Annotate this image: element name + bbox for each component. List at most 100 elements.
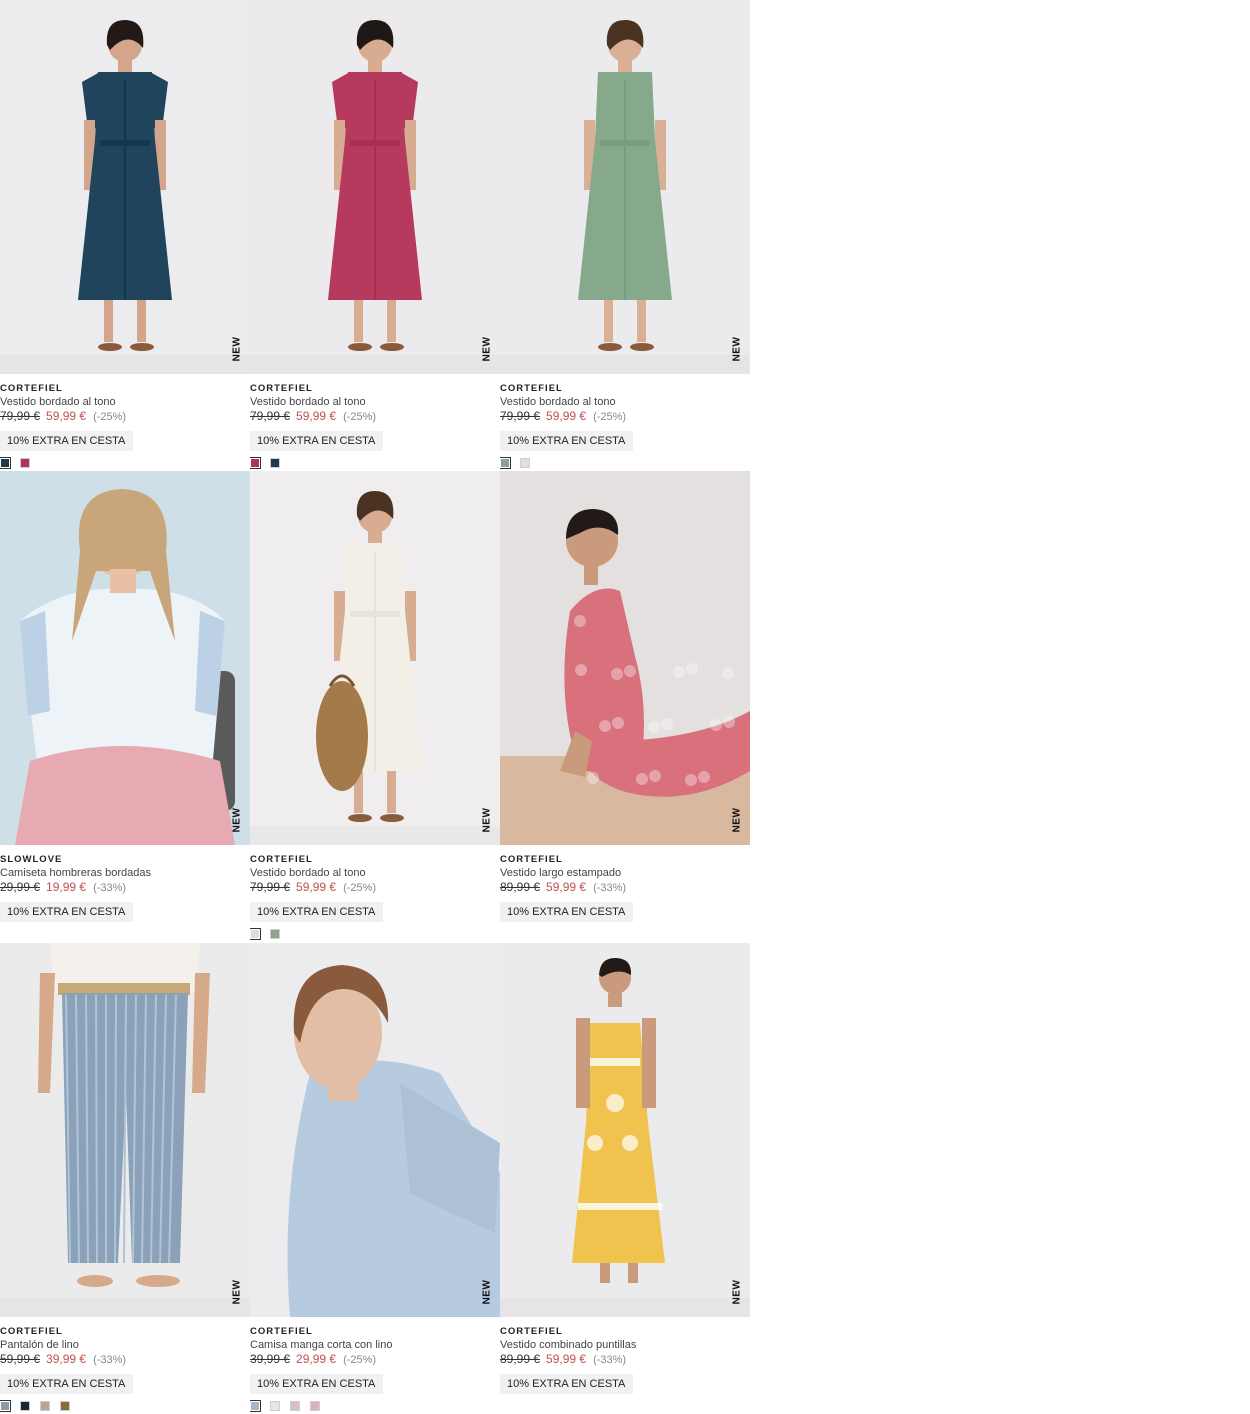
- color-swatch[interactable]: [60, 1400, 70, 1411]
- product-name[interactable]: Pantalón de lino: [0, 1338, 250, 1352]
- color-swatch[interactable]: [270, 458, 280, 468]
- product-info: CORTEFIEL Vestido bordado al tono 79,99 € 5…: [0, 382, 250, 451]
- promo-badge: 10% EXTRA EN CESTA: [250, 1373, 384, 1394]
- new-badge: NEW: [481, 334, 493, 364]
- product-name[interactable]: Camiseta hombreras bordadas: [0, 866, 250, 880]
- color-swatch[interactable]: [20, 458, 30, 468]
- product-card[interactable]: NEW CORTEFIEL Camisa manga corta con lino 3…: [250, 942, 500, 1414]
- product-info: CORTEFIEL Camisa manga corta con lino 39,9…: [250, 1325, 500, 1394]
- product-price: 89,99 € 59,99 € (-33%): [500, 1352, 750, 1367]
- promo-badge: 10% EXTRA EN CESTA: [500, 431, 634, 451]
- product-price: 29,99 € 19,99 € (-33%): [0, 880, 250, 895]
- new-badge: NEW: [231, 1277, 243, 1307]
- color-swatch[interactable]: [250, 928, 261, 941]
- discount-percent: (-25%): [343, 882, 377, 895]
- product-info: CORTEFIEL Vestido bordado al tono 79,99 € 5…: [250, 853, 500, 923]
- color-swatches: [250, 928, 280, 941]
- sale-price: 59,99 €: [296, 880, 337, 895]
- promo-badge: 10% EXTRA EN CESTA: [500, 902, 634, 923]
- new-badge: NEW: [481, 1277, 493, 1307]
- original-price: 29,99 €: [0, 880, 41, 895]
- product-price: 59,99 € 39,99 € (-33%): [0, 1352, 250, 1367]
- original-price: 79,99 €: [250, 880, 291, 895]
- new-label: NEW: [731, 1279, 743, 1305]
- new-label: NEW: [231, 1279, 243, 1305]
- product-card[interactable]: NEW CORTEFIEL Vestido bordado al tono 79,99…: [500, 0, 750, 471]
- sale-price: 59,99 €: [546, 409, 587, 423]
- product-price: 89,99 € 59,99 € (-33%): [500, 880, 750, 895]
- product-price: 79,99 € 59,99 € (-25%): [500, 409, 750, 424]
- promo-badge: 10% EXTRA EN CESTA: [250, 431, 384, 451]
- color-swatch[interactable]: [520, 458, 530, 468]
- product-image[interactable]: NEW: [250, 0, 500, 374]
- new-badge: NEW: [231, 805, 243, 835]
- product-photo: [500, 942, 750, 1317]
- product-name[interactable]: Vestido largo estampado: [500, 866, 750, 880]
- product-image[interactable]: NEW: [500, 942, 750, 1317]
- original-price: 79,99 €: [500, 409, 541, 423]
- product-price: 79,99 € 59,99 € (-25%): [250, 880, 500, 895]
- product-info: CORTEFIEL Vestido bordado al tono 79,99 € 5…: [250, 382, 500, 451]
- discount-percent: (-33%): [93, 1353, 127, 1366]
- color-swatch[interactable]: [0, 1399, 11, 1412]
- color-swatches: [0, 457, 30, 470]
- discount-percent: (-33%): [93, 882, 127, 895]
- product-name[interactable]: Vestido bordado al tono: [250, 866, 500, 880]
- product-name[interactable]: Vestido combinado puntillas: [500, 1338, 750, 1352]
- product-card[interactable]: NEW CORTEFIEL Vestido largo estampado 89,99…: [500, 471, 750, 942]
- product-image[interactable]: NEW: [250, 942, 500, 1317]
- product-card[interactable]: NEW CORTEFIEL Vestido bordado al tono 79,99…: [250, 471, 500, 942]
- color-swatch[interactable]: [250, 457, 261, 469]
- new-label: NEW: [731, 336, 743, 362]
- product-card[interactable]: NEW CORTEFIEL Vestido combinado puntillas 8…: [500, 942, 750, 1414]
- color-swatch[interactable]: [270, 929, 280, 940]
- product-name[interactable]: Vestido bordado al tono: [500, 395, 750, 409]
- product-brand: CORTEFIEL: [250, 854, 313, 866]
- original-price: 89,99 €: [500, 1351, 541, 1366]
- product-card[interactable]: NEW SLOWLOVE Camiseta hombreras bordadas 29…: [0, 471, 250, 942]
- original-price: 79,99 €: [250, 409, 291, 423]
- product-price: 79,99 € 59,99 € (-25%): [250, 409, 500, 424]
- product-brand: CORTEFIEL: [500, 383, 563, 394]
- product-card[interactable]: NEW CORTEFIEL Vestido bordado al tono 79,99…: [250, 0, 500, 471]
- product-card[interactable]: NEW CORTEFIEL Pantalón de lino 59,99 € 39,99…: [0, 942, 250, 1414]
- product-image[interactable]: NEW: [0, 0, 250, 374]
- sale-price: 39,99 €: [46, 1351, 87, 1366]
- color-swatch[interactable]: [270, 1400, 280, 1411]
- sale-price: 59,99 €: [46, 409, 87, 423]
- product-card[interactable]: NEW CORTEFIEL Vestido bordado al tono 79,99…: [0, 0, 250, 471]
- color-swatch[interactable]: [20, 1400, 30, 1411]
- new-badge: NEW: [731, 334, 743, 364]
- color-swatch[interactable]: [0, 457, 11, 469]
- product-image[interactable]: NEW: [500, 471, 750, 846]
- product-info: CORTEFIEL Vestido combinado puntillas 89,9…: [500, 1325, 750, 1394]
- product-photo: [0, 471, 250, 846]
- original-price: 79,99 €: [0, 409, 41, 423]
- color-swatch[interactable]: [310, 1400, 320, 1411]
- color-swatches: [250, 457, 280, 470]
- color-swatch[interactable]: [290, 1400, 300, 1411]
- product-name[interactable]: Vestido bordado al tono: [0, 395, 250, 409]
- new-label: NEW: [731, 807, 743, 833]
- discount-percent: (-33%): [593, 1353, 627, 1366]
- product-info: SLOWLOVE Camiseta hombreras bordadas 29,99…: [0, 853, 250, 923]
- color-swatch[interactable]: [250, 1399, 261, 1412]
- product-info: CORTEFIEL Vestido bordado al tono 79,99 € 5…: [500, 382, 750, 451]
- product-brand: CORTEFIEL: [250, 1325, 313, 1337]
- product-image[interactable]: NEW: [250, 471, 500, 846]
- original-price: 39,99 €: [250, 1351, 291, 1366]
- new-badge: NEW: [481, 805, 493, 835]
- product-name[interactable]: Vestido bordado al tono: [250, 395, 500, 409]
- product-brand: CORTEFIEL: [250, 383, 313, 394]
- sale-price: 59,99 €: [296, 409, 337, 423]
- product-brand: CORTEFIEL: [0, 383, 63, 394]
- product-image[interactable]: NEW: [0, 471, 250, 846]
- product-name[interactable]: Camisa manga corta con lino: [250, 1338, 500, 1352]
- product-image[interactable]: NEW: [500, 0, 750, 374]
- product-brand: CORTEFIEL: [500, 854, 563, 866]
- color-swatch[interactable]: [500, 457, 511, 469]
- original-price: 89,99 €: [500, 880, 541, 895]
- product-image[interactable]: NEW: [0, 942, 250, 1317]
- color-swatch[interactable]: [40, 1400, 50, 1411]
- sale-price: 19,99 €: [46, 880, 87, 895]
